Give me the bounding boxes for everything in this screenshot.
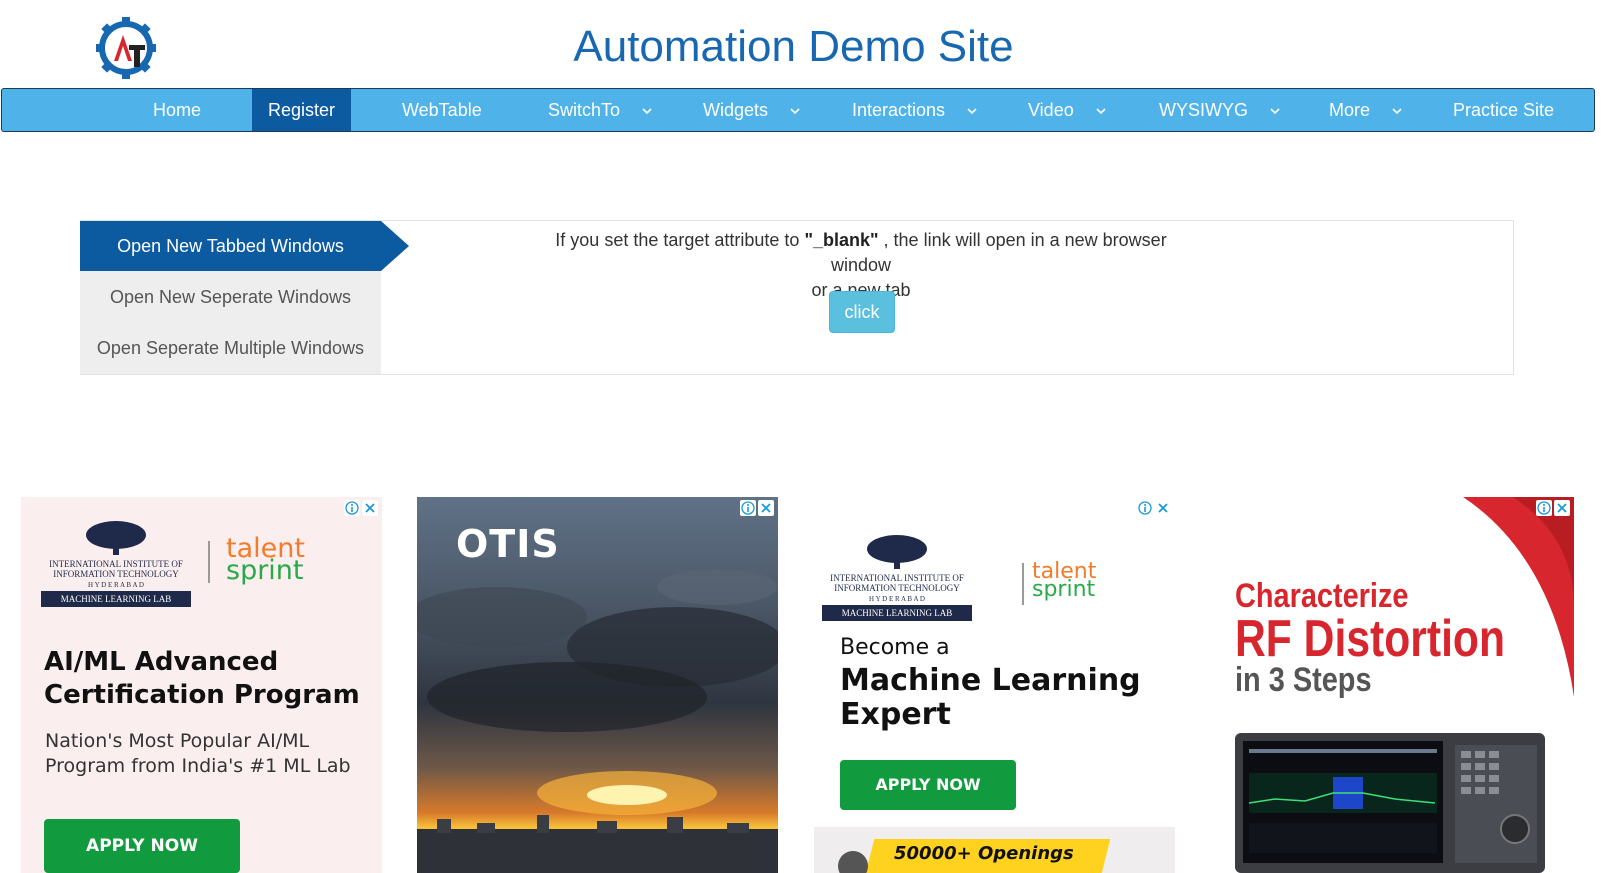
nav-item-video[interactable]: Video — [1028, 89, 1107, 131]
tab-open-new-tabbed-windows[interactable]: Open New Tabbed Windows — [80, 221, 409, 271]
tab-open-seperate-multiple-windows[interactable]: Open Seperate Multiple Windows — [80, 323, 381, 373]
close-icon[interactable] — [1554, 500, 1570, 516]
org-name-2: INFORMATION TECHNOLOGY — [53, 569, 179, 579]
ad-headline-1: AI/ML Advanced — [44, 647, 279, 677]
lab-name: MACHINE LEARNING LAB — [822, 605, 972, 621]
ad-keysight-rf[interactable]: Characterize RF Distortion in 3 Steps — [1213, 497, 1574, 873]
nav-item-register[interactable]: Register — [252, 89, 352, 131]
rf-line-3: in 3 Steps — [1235, 661, 1372, 699]
chevron-down-icon — [966, 105, 978, 117]
close-icon[interactable] — [758, 500, 774, 516]
nav-wysiwyg-label: WYSIWYG — [1159, 100, 1248, 120]
tree-icon — [867, 535, 927, 569]
site-title: Automation Demo Site — [0, 22, 1603, 72]
nav-more-label: More — [1329, 100, 1371, 120]
divider — [1022, 563, 1024, 605]
iiit-logo: INTERNATIONAL INSTITUTE OF INFORMATION T… — [41, 519, 191, 609]
window-tabs: Open New Tabbed Windows Open New Seperat… — [80, 221, 409, 374]
ad-headline-1: Machine Learning — [840, 663, 1141, 698]
org-name-3: H Y D E R A B A D — [88, 581, 144, 589]
ad-iiit-aiml[interactable]: INTERNATIONAL INSTITUTE OF INFORMATION T… — [21, 497, 382, 873]
ad-sub-2: Program from India's #1 ML Lab — [45, 755, 351, 777]
info-icon[interactable] — [740, 500, 756, 516]
tab-label: Open Seperate Multiple Windows — [96, 338, 365, 358]
tab-label: Open New Tabbed Windows — [117, 236, 344, 256]
nav-item-home[interactable]: Home — [153, 89, 201, 131]
site-title-text: Automation Demo Site — [573, 22, 1014, 71]
apply-now-button[interactable]: APPLY NOW — [840, 760, 1016, 810]
close-icon[interactable] — [362, 500, 378, 516]
nav-webtable-label: WebTable — [402, 100, 482, 120]
ad-sub-1: Nation's Most Popular AI/ML — [45, 730, 310, 752]
ad-choices-badge[interactable] — [344, 500, 378, 516]
site-header: Automation Demo Site — [0, 0, 1603, 86]
ad-choices-badge[interactable] — [1137, 500, 1171, 516]
tab-open-new-seperate-windows[interactable]: Open New Seperate Windows — [80, 272, 381, 322]
info-icon[interactable] — [1536, 500, 1552, 516]
nav-item-widgets[interactable]: Widgets — [703, 89, 801, 131]
nav-practice-site-label: Practice Site — [1453, 100, 1555, 120]
nav-video-label: Video — [1028, 100, 1074, 120]
info-icon[interactable] — [344, 500, 360, 516]
nav-widgets-label: Widgets — [703, 100, 769, 120]
nav-item-switchto[interactable]: SwitchTo — [548, 89, 653, 131]
chevron-down-icon — [1391, 105, 1403, 117]
ad-headline-2: Expert — [840, 697, 951, 732]
nav-item-webtable[interactable]: WebTable — [402, 89, 482, 131]
panel-text-bold: "_blank" — [804, 230, 879, 250]
nav-item-interactions[interactable]: Interactions — [852, 89, 978, 131]
ad-choices-badge[interactable] — [740, 500, 774, 516]
org-name-1: INTERNATIONAL INSTITUTE OF — [830, 573, 964, 583]
sprint-text: sprint — [226, 555, 304, 586]
tree-icon — [86, 521, 146, 555]
ad-headline-2: Certification Program — [44, 680, 360, 710]
chevron-down-icon — [641, 105, 653, 117]
org-name-2: INFORMATION TECHNOLOGY — [834, 583, 960, 593]
cloud-image — [417, 569, 778, 732]
nav-item-more[interactable]: More — [1329, 89, 1403, 131]
sprint-text: sprint — [1032, 577, 1096, 602]
close-icon[interactable] — [1155, 500, 1171, 516]
nav-switchto-label: SwitchTo — [548, 100, 621, 120]
apply-now-button[interactable]: APPLY NOW — [44, 819, 240, 873]
chevron-down-icon — [1095, 105, 1107, 117]
megaphone-icon — [838, 851, 868, 873]
iiit-logo: INTERNATIONAL INSTITUTE OF INFORMATION T… — [822, 533, 972, 623]
rf-line-2: RF Distortion — [1235, 610, 1506, 668]
org-name-3: H Y D E R A B A D — [869, 595, 925, 603]
nav-interactions-label: Interactions — [852, 100, 946, 120]
chevron-down-icon — [789, 105, 801, 117]
click-button[interactable]: click — [829, 291, 895, 333]
nav-home-label: Home — [153, 100, 202, 120]
ad-choices-badge[interactable] — [1536, 500, 1570, 516]
chevron-down-icon — [1269, 105, 1281, 117]
openings-text: 50000+ Openings — [894, 843, 1074, 864]
main-navbar: Home Register WebTable SwitchTo Widgets … — [1, 88, 1595, 132]
divider — [208, 541, 210, 583]
org-name-1: INTERNATIONAL INSTITUTE OF — [49, 559, 183, 569]
spectrum-analyzer-image — [1235, 733, 1545, 873]
nav-item-wysiwyg[interactable]: WYSIWYG — [1159, 89, 1281, 131]
lab-name: MACHINE LEARNING LAB — [41, 591, 191, 607]
nav-item-practice-site[interactable]: Practice Site — [1453, 89, 1554, 131]
ad-iiit-ml-expert[interactable]: INTERNATIONAL INSTITUTE OF INFORMATION T… — [814, 497, 1175, 873]
ad-otis[interactable]: OTIS — [417, 497, 778, 873]
sunset-skyline-image — [417, 771, 778, 873]
panel-text-before: If you set the target attribute to — [555, 230, 805, 250]
panel-text-after: , the link will open in a new browser wi… — [830, 230, 1167, 275]
ad-pre-headline: Become a — [840, 635, 950, 660]
nav-register-label: Register — [268, 100, 336, 120]
tab-label: Open New Seperate Windows — [109, 287, 352, 307]
info-icon[interactable] — [1137, 500, 1153, 516]
